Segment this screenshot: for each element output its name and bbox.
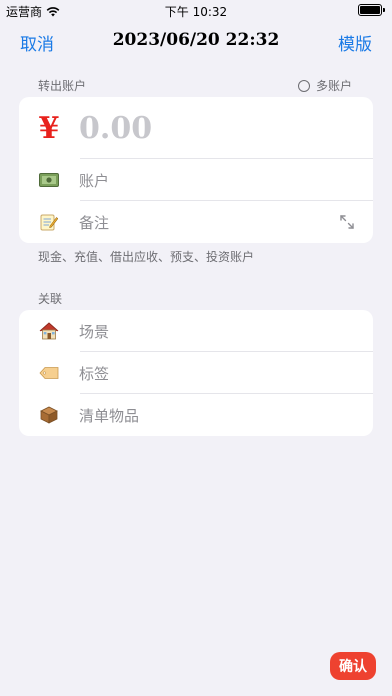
transfer-out-header: 转出账户	[38, 79, 87, 93]
account-type-hint: 现金、充值、借出应收、预支、投资账户	[38, 250, 255, 264]
battery-icon	[358, 4, 385, 16]
list-item-label: 标签	[79, 364, 110, 383]
memo-icon	[19, 213, 79, 231]
multi-account-toggle[interactable]: 多账户	[297, 77, 352, 94]
amount-input[interactable]: 0.00	[79, 111, 152, 146]
list-item-scene[interactable]: 场景	[19, 310, 373, 352]
nav-bar: 取消 2023/06/20 22:32 模版	[0, 28, 392, 56]
multi-account-label: 多账户	[315, 79, 352, 93]
list-item-label: 清单物品	[79, 406, 140, 425]
status-time: 下午 10:32	[164, 5, 228, 19]
radio-icon[interactable]	[297, 79, 310, 92]
list-item-inventory[interactable]: 清单物品	[19, 394, 373, 436]
house-icon	[19, 322, 79, 340]
status-bar: 运营商 下午 10:32	[0, 0, 392, 22]
account-field[interactable]: 账户	[79, 170, 109, 191]
expand-icon[interactable]	[339, 214, 355, 234]
template-button[interactable]: 模版	[338, 30, 372, 55]
note-row[interactable]: 备注	[19, 201, 373, 243]
datetime-title[interactable]: 2023/06/20 22:32	[0, 30, 392, 50]
currency-symbol: ¥	[38, 110, 60, 146]
tag-icon	[19, 366, 79, 380]
account-row[interactable]: 账户	[19, 159, 373, 201]
package-icon	[19, 406, 79, 424]
transfer-card: ¥ 0.00 账户 备注	[19, 97, 373, 243]
related-card: 场景 标签 清单物品	[19, 310, 373, 436]
money-icon	[19, 173, 79, 187]
related-header: 关联	[38, 292, 63, 306]
note-field[interactable]: 备注	[79, 212, 109, 233]
list-item-tag[interactable]: 标签	[19, 352, 373, 394]
list-item-label: 场景	[79, 322, 110, 341]
confirm-button[interactable]: 确认	[330, 652, 376, 680]
amount-row[interactable]: ¥ 0.00	[19, 97, 373, 159]
